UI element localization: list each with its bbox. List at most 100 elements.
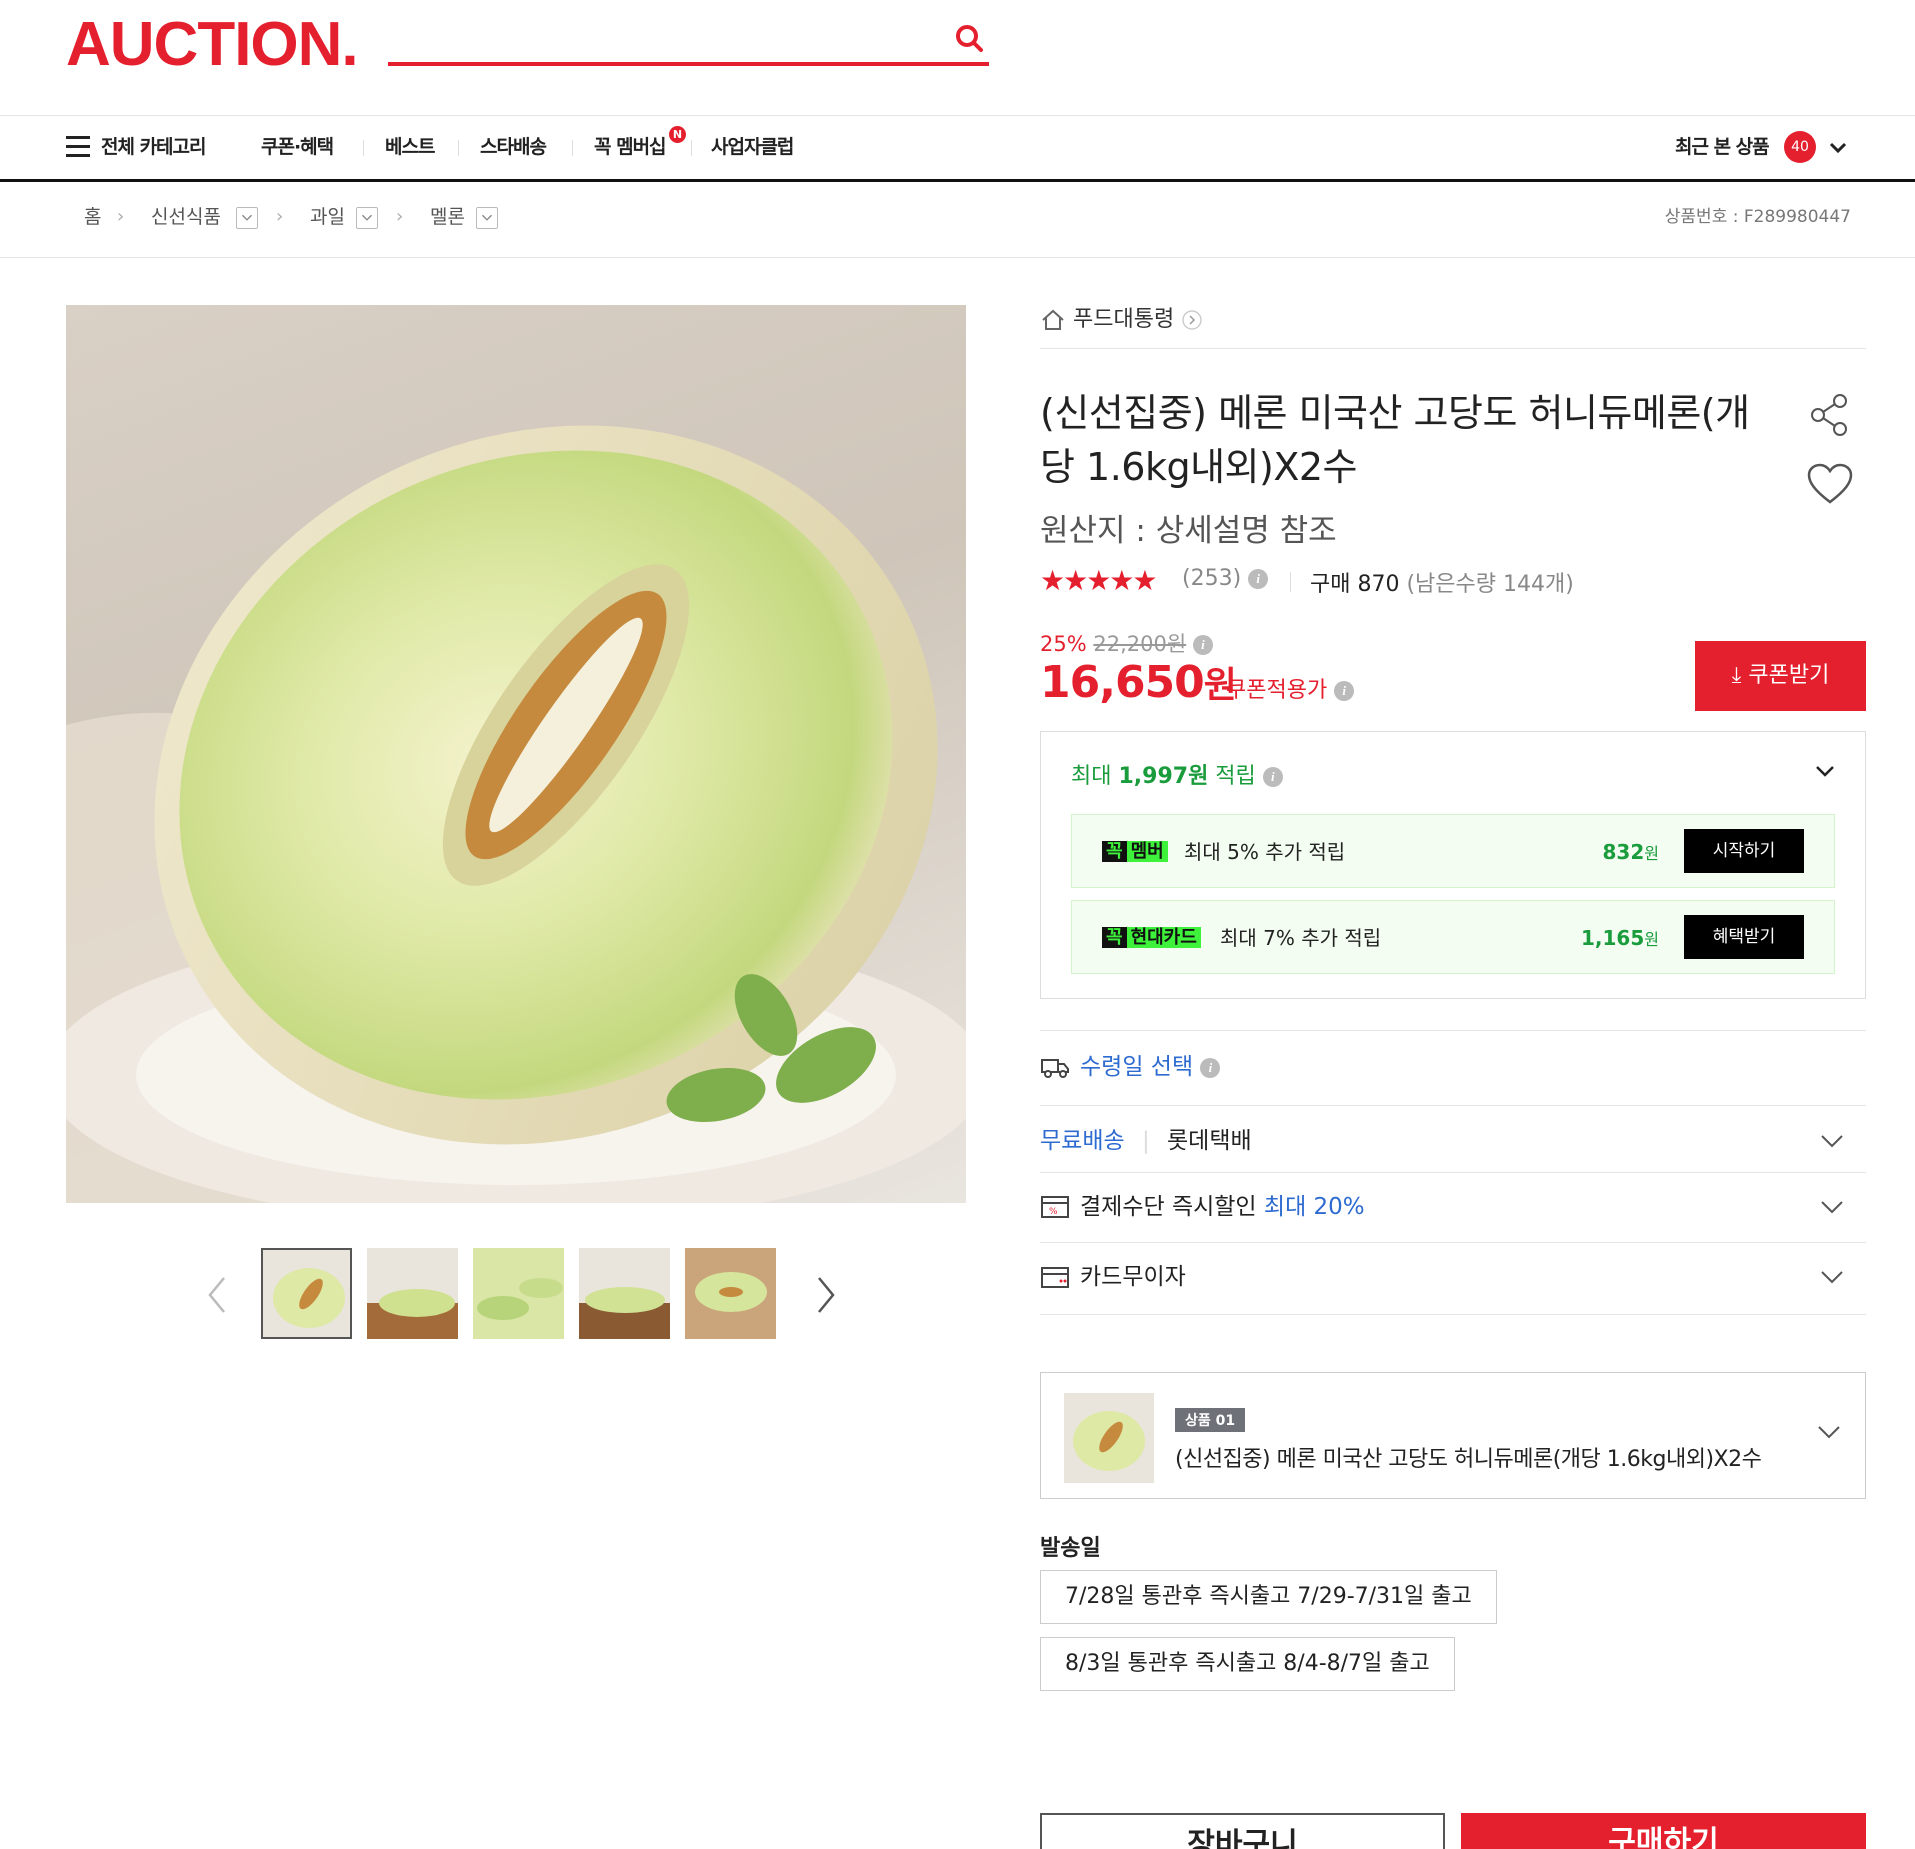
get-coupon-button[interactable]: ⤓ 쿠폰받기 <box>1695 641 1866 711</box>
breadcrumb-melon[interactable]: 멜론 <box>430 182 465 252</box>
membership-badge: 꼭 멤버 <box>1102 839 1168 865</box>
divider <box>1040 348 1866 349</box>
free-shipping-label: 무료배송 <box>1040 1128 1125 1154</box>
info-icon[interactable]: i <box>1200 1057 1221 1078</box>
get-benefit-button[interactable]: 혜택받기 <box>1684 915 1804 959</box>
store-name: 푸드대통령 <box>1073 307 1175 332</box>
card-icon <box>1041 1267 1069 1288</box>
chevron-down-icon[interactable] <box>1820 1134 1844 1148</box>
top-header: AUCTION. <box>0 0 1915 116</box>
nav-divider <box>458 140 459 156</box>
nav-best[interactable]: 베스트 <box>385 116 435 179</box>
search-icon[interactable] <box>949 20 989 60</box>
product-number: 상품번호 : F289980447 <box>1664 207 1851 227</box>
coupon-applied-text: 쿠폰적용가 <box>1226 678 1328 703</box>
chevron-down-icon[interactable] <box>1820 1200 1844 1214</box>
card-interest-free-label: 카드무이자 <box>1080 1264 1186 1290</box>
store-link[interactable]: 푸드대통령 <box>1040 300 1203 340</box>
review-count[interactable]: (253) i <box>1182 566 1269 591</box>
payment-discount-label: 결제수단 즉시할인 <box>1080 1194 1257 1220</box>
hamburger-icon[interactable] <box>66 136 90 158</box>
info-icon[interactable]: i <box>1248 569 1269 589</box>
chevron-down-icon[interactable] <box>476 207 498 229</box>
info-icon[interactable]: i <box>1334 681 1355 701</box>
thumbnail[interactable] <box>473 1248 564 1339</box>
payment-icon: % <box>1041 1196 1069 1218</box>
melon-image <box>66 425 966 1203</box>
receive-date-label: 수령일 선택 <box>1080 1054 1194 1080</box>
svg-text:%: % <box>1049 1207 1058 1217</box>
review-count-text: (253) <box>1182 566 1242 591</box>
home-icon <box>1042 309 1064 330</box>
chevron-down-icon[interactable] <box>1828 140 1848 156</box>
thumbnail[interactable] <box>367 1248 458 1339</box>
purchase-count: 구매 870 (남은수량 144개) <box>1310 566 1574 598</box>
max-points-prefix: 최대 <box>1071 764 1119 789</box>
buy-now-button[interactable]: 구매하기 <box>1461 1813 1866 1849</box>
search-input[interactable] <box>388 20 928 60</box>
product-option-select[interactable]: 상품 01 (신선집중) 메론 미국산 고당도 허니듀메론(개당 1.6kg내외… <box>1040 1372 1866 1499</box>
breadcrumb-separator-icon: › <box>117 206 125 227</box>
ship-date-option[interactable]: 7/28일 통관후 즉시출고 7/29-7/31일 출고 <box>1040 1570 1497 1624</box>
receive-date-row[interactable]: 수령일 선택 i <box>1040 1034 1866 1100</box>
ship-date-label: 발송일 <box>1040 1536 1101 1561</box>
chevron-down-icon[interactable] <box>236 207 258 229</box>
nav-all-category[interactable]: 전체 카테고리 <box>101 116 206 179</box>
discount-rate: 25% <box>1040 632 1087 656</box>
card-points-amount: 1,165원 <box>1581 926 1659 950</box>
divider <box>1040 1314 1866 1315</box>
max-points-amount: 1,997원 <box>1118 764 1209 789</box>
truck-icon <box>1041 1059 1069 1078</box>
thumbnail[interactable] <box>685 1248 776 1339</box>
main-product-image[interactable] <box>66 305 966 1203</box>
rating-stars: ★★★★★ <box>1040 564 1158 597</box>
max-points[interactable]: 최대 1,997원 적립 i <box>1071 758 1283 790</box>
breadcrumb-fruit[interactable]: 과일 <box>310 182 345 252</box>
chevron-right-circle-icon <box>1182 310 1202 330</box>
add-to-cart-button[interactable]: 장바구니 <box>1040 1813 1445 1849</box>
coupon-applied-label: 쿠폰적용가 i <box>1226 672 1355 704</box>
thumbnail[interactable] <box>579 1248 670 1339</box>
divider <box>1040 1172 1866 1173</box>
membership-points-row: 꼭 멤버 최대 5% 추가 적립 832원 시작하기 <box>1071 814 1835 888</box>
info-icon[interactable]: i <box>1192 635 1213 655</box>
chevron-down-icon[interactable] <box>1817 1425 1841 1439</box>
nav-membership[interactable]: 꼭 멤버십 <box>594 116 667 179</box>
nav-divider <box>363 140 364 156</box>
nav-star-delivery[interactable]: 스타배송 <box>480 116 547 179</box>
breadcrumb-fresh-food[interactable]: 신선식품 <box>151 182 221 252</box>
chevron-left-icon[interactable] <box>202 1270 232 1320</box>
thumbnail[interactable] <box>261 1248 352 1339</box>
product-option-tag: 상품 01 <box>1175 1408 1246 1432</box>
nav-divider <box>691 140 692 156</box>
card-points-text: 최대 7% 추가 적립 <box>1220 926 1382 950</box>
card-interest-free-row[interactable]: 카드무이자 <box>1040 1244 1866 1310</box>
heart-icon[interactable] <box>1806 462 1854 506</box>
sale-price: 16,650원 <box>1040 656 1237 708</box>
divider <box>1040 1030 1866 1031</box>
info-icon[interactable]: i <box>1262 767 1283 787</box>
breadcrumb-home[interactable]: 홈 <box>84 182 101 252</box>
sale-price-number: 16,650 <box>1040 657 1205 708</box>
nav-business-club[interactable]: 사업자클럽 <box>711 116 794 179</box>
nav-coupon[interactable]: 쿠폰·혜택 <box>261 116 334 179</box>
discount-info: 25% 22,200원 i <box>1040 628 1213 658</box>
chevron-down-icon[interactable] <box>1815 764 1835 778</box>
nav-recent-products[interactable]: 최근 본 상품 <box>1675 116 1770 179</box>
original-price: 22,200원 <box>1093 632 1187 656</box>
breadcrumb-separator-icon: › <box>396 206 404 227</box>
ship-date-option[interactable]: 8/3일 통관후 즉시출고 8/4-8/7일 출고 <box>1040 1637 1455 1691</box>
shipping-row[interactable]: 무료배송 | 롯데택배 <box>1040 1108 1866 1174</box>
hyundai-card-badge: 꼭 현대카드 <box>1102 925 1201 951</box>
start-membership-button[interactable]: 시작하기 <box>1684 829 1804 873</box>
payment-discount-row[interactable]: % 결제수단 즉시할인 최대 20% <box>1040 1174 1866 1240</box>
remaining-quantity: (남은수량 144개) <box>1406 572 1574 597</box>
auction-logo[interactable]: AUCTION. <box>66 14 359 76</box>
product-origin: 원산지 : 상세설명 참조 <box>1040 513 1337 549</box>
chevron-down-icon[interactable] <box>1820 1270 1844 1284</box>
chevron-right-icon[interactable] <box>811 1270 841 1320</box>
share-icon[interactable] <box>1806 392 1852 438</box>
chevron-down-icon[interactable] <box>356 207 378 229</box>
courier-name: 롯데택배 <box>1167 1128 1252 1154</box>
max-points-suffix: 적립 <box>1208 764 1256 789</box>
